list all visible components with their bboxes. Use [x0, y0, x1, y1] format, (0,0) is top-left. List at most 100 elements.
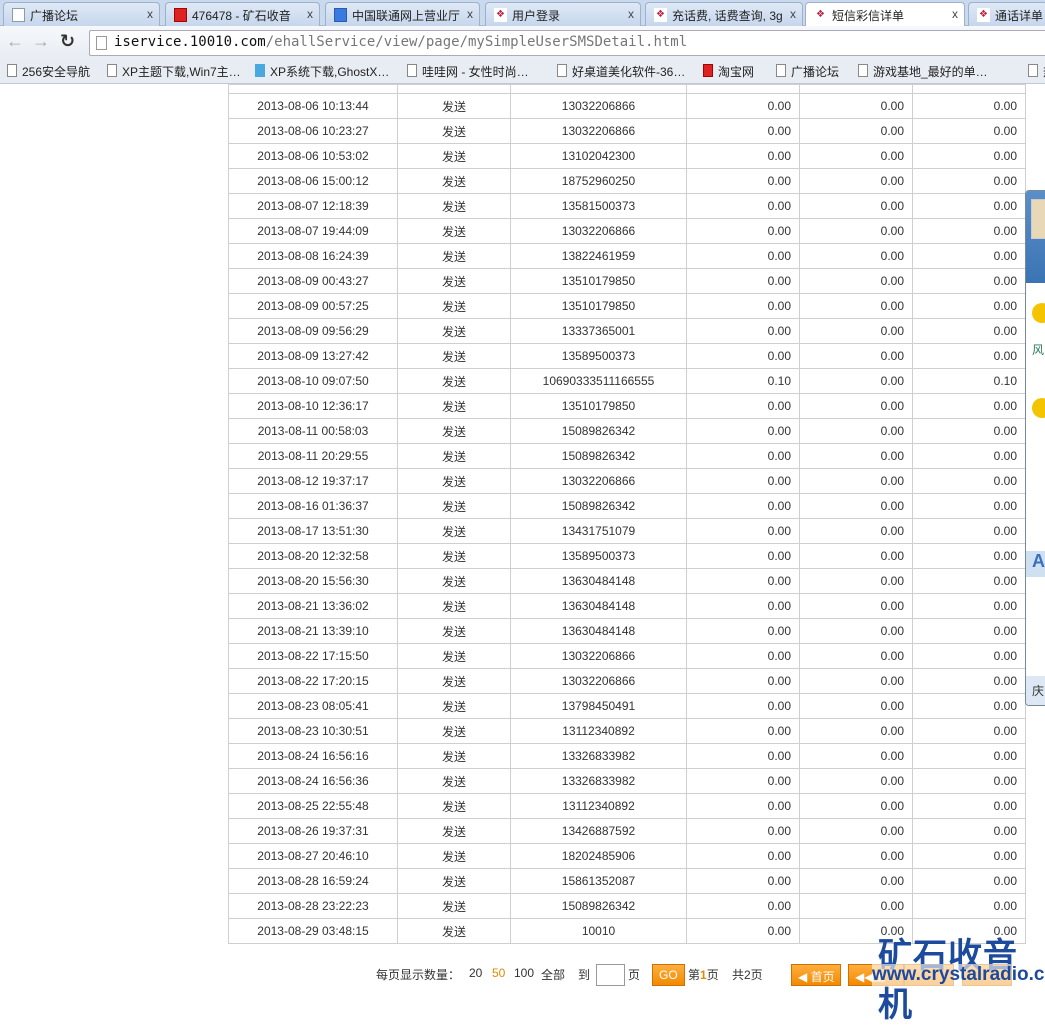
fee-cell: 0.00 [686, 668, 800, 694]
time-cell: 2013-08-26 19:37:31 [228, 818, 398, 844]
go-button[interactable]: GO [652, 964, 685, 986]
number-cell: 13822461959 [510, 243, 687, 269]
fee-cell: 0.00 [912, 343, 1026, 369]
table-cell [686, 84, 800, 94]
table-row: 2013-08-11 20:29:55 发送 15089826342 0.00 0.00… [228, 443, 1026, 469]
type-cell: 发送 [397, 393, 511, 419]
fee-cell: 0.00 [686, 718, 800, 744]
fee-cell: 0.10 [912, 368, 1026, 394]
per-page-50[interactable]: 50 [492, 966, 505, 980]
tab[interactable]: 中国联通网上营业厅 x [325, 2, 480, 26]
current-prefix: 第 [688, 968, 701, 982]
close-tab-icon[interactable]: x [790, 7, 796, 21]
site-icon [174, 8, 187, 22]
type-cell: 发送 [397, 468, 511, 494]
tab[interactable]: ❖ 充话费, 话费查询, 3g x [645, 2, 803, 26]
forward-button[interactable]: → [32, 31, 50, 52]
number-cell: 13326833982 [510, 768, 687, 794]
number-cell: 15089826342 [510, 493, 687, 519]
close-tab-icon[interactable]: x [952, 7, 958, 21]
bookmark-item[interactable]: XP主题下载,Win7主… [104, 63, 241, 80]
close-tab-icon[interactable]: x [628, 7, 634, 21]
fee-cell: 0.00 [686, 193, 800, 219]
bookmark-item[interactable]: 哇哇网 - 女性时尚… [404, 63, 529, 80]
fee-cell: 0.00 [799, 443, 913, 469]
table-row: 2013-08-28 16:59:24 发送 15861352087 0.00 0.00… [228, 868, 1026, 894]
type-cell: 发送 [397, 643, 511, 669]
page-icon [703, 64, 713, 77]
fee-cell: 0.00 [686, 218, 800, 244]
close-tab-icon[interactable]: x [307, 7, 313, 21]
time-cell: 2013-08-11 00:58:03 [228, 418, 398, 444]
bookmark-item[interactable]: 淘宝网 [700, 63, 754, 80]
fee-cell: 0.00 [912, 118, 1026, 144]
fee-cell: 0.00 [686, 293, 800, 319]
bookmark-item[interactable]: 好桌道美化软件-36… [554, 63, 685, 80]
address-bar[interactable]: iservice.10010.com/ehallService/view/pag… [89, 30, 1045, 56]
google-icon [334, 8, 347, 22]
bookmark-label: 广播论坛 [791, 65, 840, 79]
close-tab-icon[interactable]: x [467, 7, 473, 21]
per-page-100[interactable]: 100 [514, 966, 534, 980]
first-page-button[interactable]: ◀ 首页 [791, 964, 841, 986]
bookmark-item[interactable]: 热门 [1025, 63, 1045, 80]
fee-cell: 0.00 [799, 293, 913, 319]
back-button[interactable]: ← [6, 31, 24, 52]
fee-cell: 0.00 [912, 568, 1026, 594]
table-row: 2013-08-08 16:24:39 发送 13822461959 0.00 0.00… [228, 243, 1026, 269]
reload-button[interactable]: ↻ [60, 31, 75, 52]
page-icon [557, 64, 567, 77]
table-row: 2013-08-16 01:36:37 发送 15089826342 0.00 0.00… [228, 493, 1026, 519]
fee-cell: 0.00 [686, 493, 800, 519]
fee-cell: 0.00 [799, 118, 913, 144]
close-tab-icon[interactable]: x [147, 7, 153, 21]
fee-cell: 0.00 [912, 643, 1026, 669]
table-row: 2013-08-10 09:07:50 发送 10690333511166555 0.… [228, 368, 1026, 394]
fee-cell: 0.00 [686, 393, 800, 419]
side-chat-panel[interactable]: 风 A 庆 [1025, 190, 1045, 706]
per-page-all[interactable]: 全部 [541, 966, 565, 983]
per-page-20[interactable]: 20 [469, 966, 482, 980]
number-cell: 13510179850 [510, 268, 687, 294]
goto-page-input[interactable] [596, 964, 625, 986]
total-pages: 共2页 [732, 968, 763, 982]
time-cell: 2013-08-07 19:44:09 [228, 218, 398, 244]
page-icon [107, 64, 117, 77]
fee-cell: 0.00 [799, 393, 913, 419]
fee-cell: 0.00 [912, 268, 1026, 294]
table-row: 2013-08-22 17:15:50 发送 13032206866 0.00 0.00… [228, 643, 1026, 669]
tab[interactable]: 476478 - 矿石收音 x [165, 2, 320, 26]
fee-cell: 0.00 [799, 868, 913, 894]
page-icon [255, 64, 265, 77]
fee-cell: 0.00 [912, 868, 1026, 894]
tab-label: 通话详单 [995, 9, 1044, 23]
tab[interactable]: ❖ 用户登录 x [485, 2, 641, 26]
fee-cell: 0.00 [799, 668, 913, 694]
time-cell: 2013-08-24 16:56:36 [228, 768, 398, 794]
tab[interactable]: ❖ 短信彩信详单 x [805, 2, 965, 27]
tab[interactable]: ❖ 通话详单 [968, 2, 1045, 26]
time-cell: 2013-08-09 00:57:25 [228, 293, 398, 319]
fee-cell: 0.00 [912, 143, 1026, 169]
bookmark-item[interactable]: 游戏基地_最好的单… [855, 63, 988, 80]
type-cell: 发送 [397, 443, 511, 469]
side-header: A [1026, 551, 1045, 577]
type-cell: 发送 [397, 743, 511, 769]
bookmark-item[interactable]: 256安全导航 [4, 63, 90, 80]
number-cell: 13112340892 [510, 793, 687, 819]
fee-cell: 0.00 [799, 793, 913, 819]
type-cell: 发送 [397, 768, 511, 794]
table-row: 2013-08-09 13:27:42 发送 13589500373 0.00 0.00… [228, 343, 1026, 369]
number-cell: 13032206866 [510, 668, 687, 694]
fee-cell: 0.00 [799, 518, 913, 544]
type-cell: 发送 [397, 668, 511, 694]
bookmark-item[interactable]: 广播论坛 [773, 63, 839, 80]
tab[interactable]: 广播论坛 x [3, 2, 160, 26]
time-cell: 2013-08-22 17:20:15 [228, 668, 398, 694]
fee-cell: 0.00 [799, 343, 913, 369]
bookmark-item[interactable]: XP系统下载,GhostX… [252, 63, 389, 80]
fee-cell: 0.00 [799, 818, 913, 844]
type-cell: 发送 [397, 493, 511, 519]
fee-cell: 0.00 [912, 543, 1026, 569]
fee-cell: 0.00 [686, 543, 800, 569]
